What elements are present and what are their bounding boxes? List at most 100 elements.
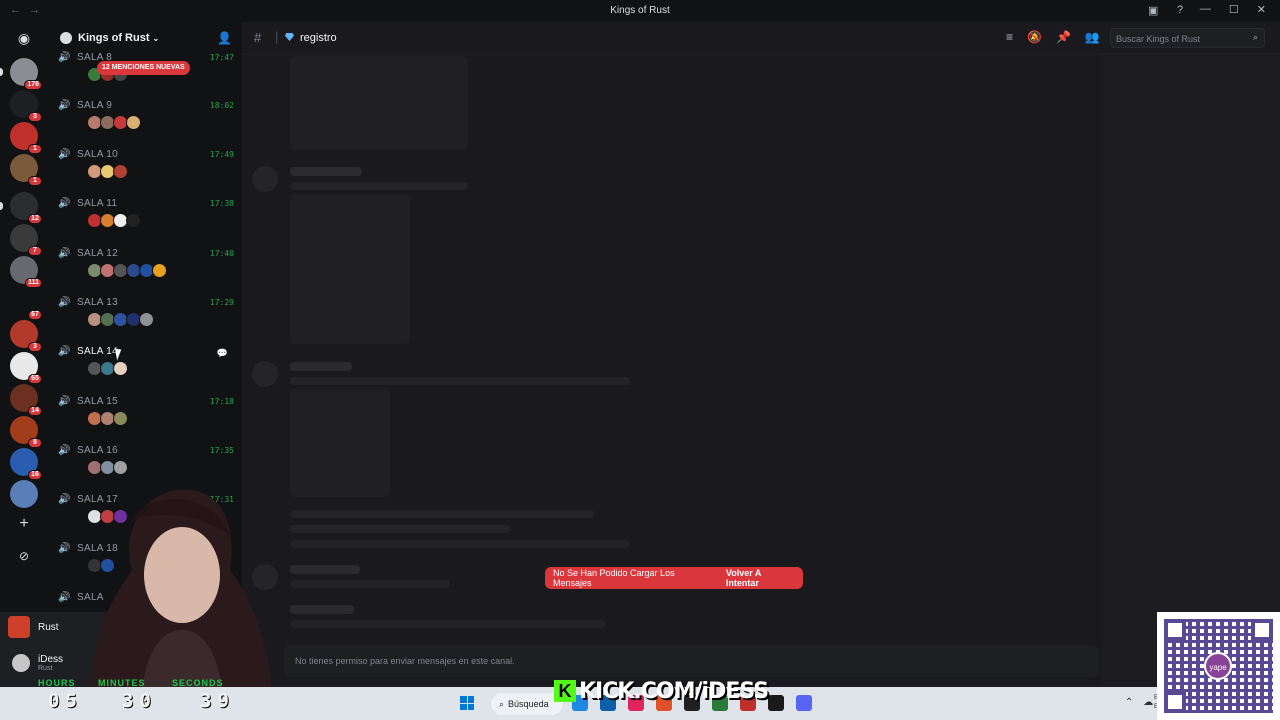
cloud-icon[interactable]: ☁	[1143, 697, 1153, 708]
skeleton-line	[290, 540, 630, 548]
guild-icon[interactable]: 8	[10, 416, 42, 448]
windows-start-icon[interactable]	[460, 696, 474, 710]
voice-participants	[87, 164, 128, 179]
avatar[interactable]	[126, 213, 141, 228]
mention-badge: 1	[28, 176, 42, 186]
voice-channel[interactable]: 🔊 SALA 10 17:49	[58, 149, 234, 197]
maximize-icon[interactable]: ☐	[1229, 3, 1239, 16]
avatar[interactable]	[113, 361, 128, 376]
avatar[interactable]	[139, 312, 154, 327]
avatar[interactable]	[113, 411, 128, 426]
server-list: ◉ 176 3 1 1 12 7 111 67 3 65 14 8 16 + ⊘	[0, 22, 48, 687]
skeleton-embed	[290, 194, 410, 344]
voice-channel-duration: 17:40	[209, 249, 234, 258]
avatar[interactable]	[152, 263, 167, 278]
guild-icon[interactable]: 14	[10, 384, 42, 416]
discord-home-icon[interactable]: ◉	[10, 24, 38, 52]
voice-channel[interactable]: 🔊 SALA 9 18:02	[58, 100, 234, 148]
voice-channel[interactable]: 🔊 SALA 13 17:29	[58, 297, 234, 345]
voice-channel-name: SALA 15	[77, 396, 119, 407]
guild-icon[interactable]: 16	[10, 448, 42, 480]
voice-channel[interactable]: 🔊 SALA 15 17:18	[58, 396, 234, 444]
mention-badge: 176	[24, 80, 42, 90]
seconds-label: SECONDS	[172, 678, 224, 688]
voice-channel-duration: 17:35	[209, 446, 234, 455]
server-header[interactable]: Kings of Rust ⌄ 👤	[48, 22, 242, 54]
guild-icon[interactable]: 111	[10, 256, 42, 288]
voice-speaker-icon: 🔊	[58, 52, 71, 63]
search-box[interactable]: ⌕	[1110, 28, 1265, 48]
voice-channel-name: SALA 9	[77, 100, 113, 111]
qr-finder	[1164, 619, 1186, 641]
explore-icon[interactable]: ⊘	[10, 542, 38, 570]
guild-icon[interactable]: 65	[10, 352, 42, 384]
help-icon[interactable]: ?	[1177, 4, 1183, 16]
voice-channel[interactable]: 🔊 SALA 8 17:47	[58, 52, 234, 100]
voice-speaker-icon: 🔊	[58, 346, 71, 357]
guild-icon[interactable]: 3	[10, 320, 42, 352]
qr-finder	[1251, 619, 1273, 641]
guild-icon[interactable]: 176	[0, 58, 42, 90]
avatar[interactable]	[126, 115, 141, 130]
new-mentions-pill[interactable]: 12 MENCIONES NUEVAS	[97, 61, 190, 75]
voice-channel[interactable]: 🔊 SALA 12 17:40	[58, 248, 234, 296]
retry-button[interactable]: Volver A Intentar	[726, 568, 795, 588]
mention-badge: 65	[28, 374, 42, 384]
stream-timer: HOURS MINUTES SECONDS 05 30 39	[30, 678, 250, 714]
avatar	[10, 652, 32, 674]
inbox-icon[interactable]: ▣	[1148, 4, 1158, 17]
server-name: Kings of Rust	[78, 32, 150, 44]
mention-badge: 16	[28, 470, 42, 480]
skeleton-line	[290, 182, 468, 190]
pin-icon[interactable]: 📌	[1056, 30, 1071, 44]
game-activity[interactable]: Rust	[8, 616, 59, 638]
hours-value: 05	[48, 690, 83, 712]
voice-speaker-icon: 🔊	[58, 149, 71, 160]
member-list-icon[interactable]: 👥	[1085, 30, 1100, 44]
hours-label: HOURS	[38, 678, 76, 688]
notification-bell-icon[interactable]: 🔕	[1027, 30, 1042, 44]
discord-taskbar-icon[interactable]	[796, 695, 812, 711]
avatar[interactable]	[113, 164, 128, 179]
voice-channel-duration: 17:47	[209, 53, 234, 62]
guild-icon[interactable]: 67	[10, 288, 42, 320]
kick-banner: K KICK.COM/iDESS	[554, 678, 769, 704]
guild-icon[interactable]: 1	[10, 122, 42, 154]
close-icon[interactable]: ✕	[1257, 3, 1266, 16]
guild-icon[interactable]: 7	[10, 224, 42, 256]
voice-channel-name: SALA 13	[77, 297, 119, 308]
voice-channel[interactable]: 🔊 SALA 11 17:38	[58, 198, 234, 246]
qr-pattern: yape	[1164, 619, 1273, 713]
voice-speaker-icon: 🔊	[58, 248, 71, 259]
mention-badge: 14	[28, 406, 42, 416]
voice-participants	[87, 263, 167, 278]
chevron-up-icon[interactable]: ⌃	[1125, 697, 1133, 708]
skeleton-line	[290, 377, 630, 385]
qr-code: yape	[1157, 612, 1280, 720]
voice-participants	[87, 361, 128, 376]
minimize-icon[interactable]: —	[1200, 3, 1211, 16]
threads-icon[interactable]: ≡	[1006, 30, 1013, 44]
search-input[interactable]	[1111, 30, 1241, 48]
voice-speaker-icon: 🔊	[58, 100, 71, 111]
guild-icon[interactable]: 12	[0, 192, 42, 224]
minutes-label: MINUTES	[98, 678, 146, 688]
kick-logo-icon: K	[554, 680, 576, 702]
add-server-icon[interactable]: +	[10, 510, 38, 538]
add-user-icon[interactable]: 👤	[217, 31, 232, 45]
taskbar-search[interactable]: ⌕ Búsqueda	[491, 693, 563, 715]
voice-channel[interactable]: 🔊 SALA 14 💬	[58, 346, 234, 394]
open-chat-icon[interactable]: 💬	[217, 348, 228, 359]
composer-permission-text: No tienes permiso para enviar mensajes e…	[295, 656, 515, 666]
avatar[interactable]	[113, 460, 128, 475]
mention-badge: 1	[28, 144, 42, 154]
guild-icon[interactable]: 1	[10, 154, 42, 186]
unread-pip	[0, 68, 3, 76]
voice-speaker-icon: 🔊	[58, 198, 71, 209]
voice-channel-duration: 18:02	[209, 101, 234, 110]
voice-participants	[87, 411, 128, 426]
rust-game-icon	[8, 616, 30, 638]
guild-icon[interactable]	[10, 480, 38, 508]
taskbar-app-icon[interactable]	[768, 695, 784, 711]
guild-icon[interactable]: 3	[10, 90, 42, 122]
